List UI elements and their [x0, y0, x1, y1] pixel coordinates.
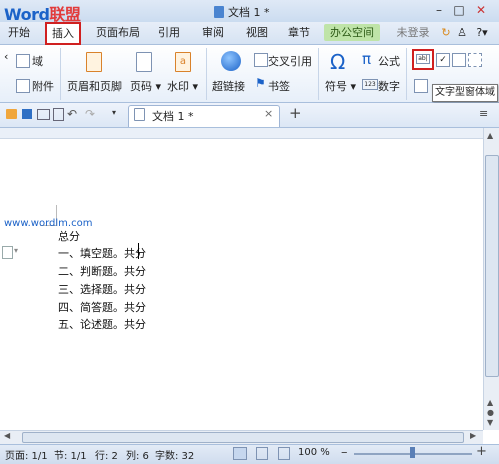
scroll-up-icon[interactable]: ▲ [487, 131, 493, 140]
text-cursor [138, 243, 139, 259]
document-icon [214, 6, 224, 18]
login-status[interactable]: 未登录 [394, 24, 432, 41]
open-folder-icon[interactable] [6, 109, 17, 119]
divider [60, 48, 61, 100]
window-title-text: 文档 1 * [228, 6, 270, 19]
zoom-level: 100 % [298, 447, 330, 458]
field-shading-icon[interactable] [468, 53, 482, 67]
redo-icon[interactable]: ↷ [85, 107, 95, 121]
tooltip: 文字型窗体域 [432, 84, 498, 102]
save-icon[interactable] [22, 109, 32, 119]
form-protect-icon[interactable] [414, 79, 428, 93]
divider [318, 48, 319, 100]
tab-insert[interactable]: 插入 [45, 22, 81, 45]
watermark-icon: a [175, 52, 191, 72]
doc-tab-icon [134, 108, 145, 121]
symbol-icon: Ω [330, 50, 346, 74]
zoom-out-button[interactable]: – [341, 445, 348, 460]
page-view-icon[interactable] [233, 447, 247, 460]
document-line[interactable]: 二、判断题。共分 [58, 263, 146, 279]
document-line[interactable]: 总分 [58, 228, 80, 244]
document-line[interactable]: 三、选择题。共分 [58, 281, 146, 297]
scroll-left-icon[interactable]: ◀ [4, 431, 10, 440]
scroll-right-icon[interactable]: ▶ [470, 431, 476, 440]
header-footer-icon [86, 52, 102, 72]
paragraph-marker-icon[interactable] [2, 246, 13, 259]
status-row: 行: 2 [95, 451, 118, 462]
formula-button[interactable]: 公式 [378, 53, 400, 69]
watermark-button[interactable]: 水印 ▾ [167, 78, 198, 94]
print-icon[interactable] [37, 109, 50, 120]
status-word-count: 字数: 32 [155, 451, 195, 462]
divider [206, 48, 207, 100]
horizontal-scroll-thumb[interactable] [22, 432, 464, 443]
web-view-icon[interactable] [278, 447, 290, 460]
number-button[interactable]: 数字 [378, 78, 400, 94]
cross-reference-icon [254, 53, 268, 67]
full-screen-icon[interactable] [256, 447, 268, 460]
doc-tab-close-icon[interactable]: × [264, 107, 273, 120]
paragraph-marker-dropdown-icon[interactable]: ▾ [14, 246, 18, 255]
tab-view[interactable]: 视图 [242, 24, 272, 41]
text-field-icon: ab| [416, 54, 430, 64]
vertical-scroll-thumb[interactable] [485, 155, 499, 377]
qat-dropdown-icon[interactable]: ▾ [112, 108, 116, 117]
cross-reference-button[interactable]: 交叉引用 [268, 53, 312, 69]
checkbox-field-icon[interactable]: ✓ [436, 53, 450, 67]
close-button[interactable]: ✕ [474, 3, 488, 17]
zoom-in-button[interactable]: + [476, 444, 487, 459]
page-number-icon [136, 52, 152, 72]
tab-chapter[interactable]: 章节 [284, 24, 314, 41]
minimize-button[interactable]: – [432, 3, 446, 17]
page-number-label: 页码 [130, 80, 152, 93]
field-button[interactable]: 域 [32, 53, 43, 69]
tab-page-layout[interactable]: 页面布局 [92, 24, 144, 41]
select-browse-icon[interactable]: ● [487, 408, 494, 417]
tab-review[interactable]: 审阅 [198, 24, 228, 41]
tab-office-space[interactable]: 办公空间 [324, 24, 380, 41]
header-footer-button[interactable]: 页眉和页脚 [67, 78, 122, 94]
status-column: 列: 6 [126, 451, 149, 462]
preview-icon[interactable] [53, 108, 64, 121]
symbol-label: 符号 [325, 80, 347, 93]
maximize-button[interactable]: □ [452, 3, 466, 17]
document-line[interactable]: 五、论述题。共分 [58, 316, 146, 332]
bookmark-icon: ⚑ [255, 76, 266, 90]
field-icon [16, 54, 30, 68]
document-tab[interactable] [128, 105, 280, 127]
ruler [0, 128, 483, 139]
hyperlink-button[interactable]: 超链接 [212, 78, 245, 94]
watermark-label: 水印 [167, 80, 189, 93]
refresh-icon[interactable]: ↻ [440, 24, 452, 41]
document-line[interactable]: 四、简答题。共分 [58, 299, 146, 315]
doc-tab-title: 文档 1 * [152, 110, 194, 123]
prev-page-icon[interactable]: ▲ [487, 398, 493, 407]
shirt-icon[interactable]: ♙ [456, 24, 468, 41]
formula-icon: π [362, 50, 372, 68]
attachment-icon [16, 79, 30, 93]
next-page-icon[interactable]: ▼ [487, 418, 493, 427]
document-line[interactable]: 一、填空题。共分 [58, 245, 146, 261]
new-tab-button[interactable]: + [289, 104, 302, 122]
divider [406, 48, 407, 100]
tab-menu-icon[interactable]: ≡ [479, 107, 488, 120]
status-section: 节: 1/1 [54, 451, 87, 462]
status-page: 页面: 1/1 [5, 451, 48, 462]
text-form-field-button[interactable]: ab| [412, 49, 434, 70]
window-title: 文档 1 * [214, 4, 270, 20]
hyperlink-icon [221, 51, 241, 71]
bookmark-button[interactable]: 书签 [268, 78, 290, 94]
watermark-url: www.wordlm.com [4, 218, 93, 229]
tab-references[interactable]: 引用 [154, 24, 184, 41]
dropdown-field-icon[interactable] [452, 53, 466, 67]
number-icon: 123 [362, 79, 378, 90]
help-icon[interactable]: ?▾ [472, 24, 492, 41]
undo-icon[interactable]: ↶ [67, 107, 77, 121]
collapse-arrow-icon[interactable]: ‹ [4, 50, 8, 63]
tab-home[interactable]: 开始 [4, 24, 34, 41]
symbol-button[interactable]: 符号 ▾ [325, 78, 356, 94]
zoom-slider-handle[interactable] [410, 447, 415, 458]
page-number-button[interactable]: 页码 ▾ [130, 78, 161, 94]
attachment-button[interactable]: 附件 [32, 78, 54, 94]
